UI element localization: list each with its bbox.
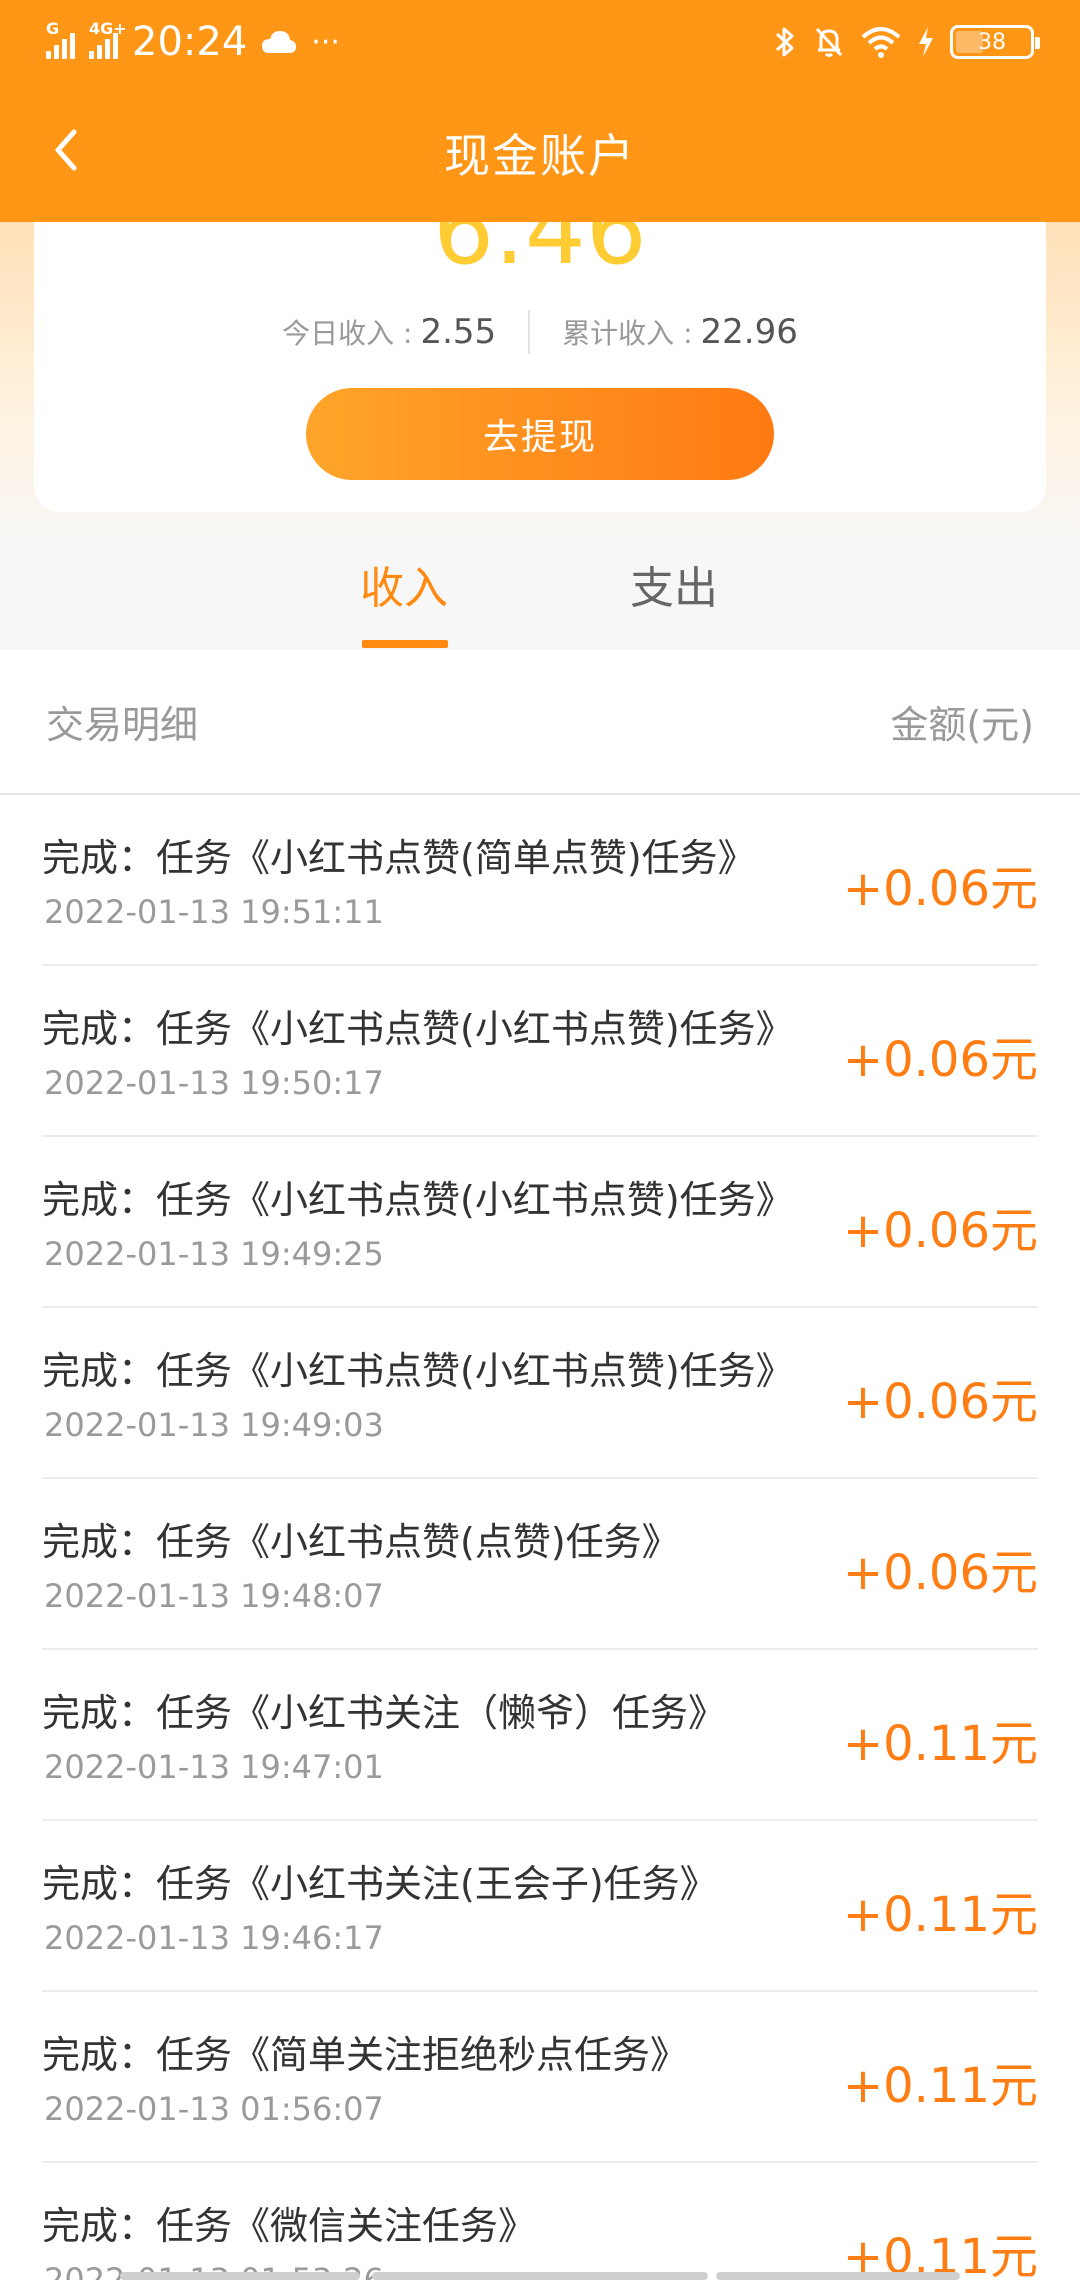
- bottom-scroll-indicator: [0, 2272, 1080, 2280]
- transaction-title: 完成：任务《小红书关注(王会子)任务》: [42, 1862, 718, 1906]
- bluetooth-icon: [775, 27, 794, 57]
- transaction-row[interactable]: 完成：任务《小红书点赞(简单点赞)任务》 2022-01-13 19:51:11…: [42, 795, 1038, 966]
- transaction-amount: +0.06元: [842, 1203, 1038, 1259]
- status-time: 20:24: [132, 19, 248, 65]
- transaction-title: 完成：任务《小红书点赞(点赞)任务》: [42, 1520, 680, 1564]
- transaction-amount: +0.06元: [842, 861, 1038, 917]
- status-left: G 4G+ 20:24 ···: [46, 19, 340, 65]
- transaction-row[interactable]: 完成：任务《小红书点赞(小红书点赞)任务》 2022-01-13 19:50:1…: [42, 966, 1038, 1137]
- transaction-row[interactable]: 完成：任务《小红书关注（懒爷）任务》 2022-01-13 19:47:01 +…: [42, 1650, 1038, 1821]
- transaction-time: 2022-01-13 19:48:07: [44, 1577, 384, 1615]
- transaction-amount: +0.06元: [842, 1374, 1038, 1430]
- transaction-title: 完成：任务《小红书点赞(小红书点赞)任务》: [42, 1178, 794, 1222]
- transaction-amount: +0.11元: [842, 2229, 1038, 2280]
- transaction-title: 完成：任务《简单关注拒绝秒点任务》: [42, 2033, 689, 2077]
- transaction-row[interactable]: 完成：任务《小红书点赞(小红书点赞)任务》 2022-01-13 19:49:2…: [42, 1137, 1038, 1308]
- cloud-icon: [262, 31, 297, 53]
- transaction-amount: +0.11元: [842, 1716, 1038, 1772]
- transaction-amount: +0.11元: [842, 1887, 1038, 1943]
- signal-2-label: 4G+: [89, 19, 127, 38]
- transaction-time: 2022-01-13 01:56:07: [44, 2090, 384, 2128]
- cash-account-screen: G 4G+ 20:24 ··· 38 现金账户 6.46 今日收入: 2.55…: [0, 0, 1080, 2280]
- title-bar: 现金账户: [0, 84, 1080, 222]
- tab-income[interactable]: 收入: [340, 552, 468, 650]
- stats-divider: [528, 310, 531, 354]
- transaction-row[interactable]: 完成：任务《小红书点赞(小红书点赞)任务》 2022-01-13 19:49:0…: [42, 1308, 1038, 1479]
- transaction-amount: +0.06元: [842, 1545, 1038, 1601]
- transaction-row[interactable]: 完成：任务《微信关注任务》 2022-01-13 01:53:26 +0.11元: [42, 2163, 1038, 2280]
- transaction-title: 完成：任务《小红书点赞(小红书点赞)任务》: [42, 1349, 794, 1393]
- battery-icon: 38: [950, 25, 1040, 59]
- transaction-time: 2022-01-13 19:49:03: [44, 1406, 384, 1444]
- transaction-title: 完成：任务《微信关注任务》: [42, 2204, 537, 2248]
- header: G 4G+ 20:24 ··· 38 现金账户: [0, 0, 1080, 222]
- battery-level: 38: [978, 29, 1006, 55]
- chevron-left-icon: [55, 129, 77, 171]
- transaction-title: 完成：任务《小红书关注（懒爷）任务》: [42, 1691, 727, 1735]
- transaction-list: 交易明细 金额(元) 完成：任务《小红书点赞(简单点赞)任务》 2022-01-…: [0, 650, 1080, 2280]
- signal-4g-icon: 4G+: [89, 19, 127, 59]
- today-income-label: 今日收入 :: [282, 317, 413, 350]
- today-income: 今日收入 : 2.55: [282, 312, 496, 352]
- tab-expense[interactable]: 支出: [610, 552, 738, 650]
- transaction-rows: 完成：任务《小红书点赞(简单点赞)任务》 2022-01-13 19:51:11…: [0, 795, 1080, 2280]
- income-stats: 今日收入 : 2.55 累计收入 : 22.96: [34, 310, 1046, 354]
- signal-1-label: G: [46, 19, 60, 38]
- total-income-value: 22.96: [700, 312, 798, 352]
- total-income-label: 累计收入 :: [562, 317, 693, 350]
- withdraw-button[interactable]: 去提现: [306, 388, 774, 480]
- list-header-detail: 交易明细: [46, 703, 199, 747]
- status-right: 38: [772, 24, 1040, 60]
- page-title: 现金账户: [444, 129, 636, 183]
- transaction-row[interactable]: 完成：任务《简单关注拒绝秒点任务》 2022-01-13 01:56:07 +0…: [42, 1992, 1038, 2163]
- transaction-row[interactable]: 完成：任务《小红书关注(王会子)任务》 2022-01-13 19:46:17 …: [42, 1821, 1038, 1992]
- transaction-time: 2022-01-13 19:49:25: [44, 1235, 384, 1273]
- wifi-icon: [861, 27, 901, 58]
- transaction-row[interactable]: 完成：任务《小红书点赞(点赞)任务》 2022-01-13 19:48:07 +…: [42, 1479, 1038, 1650]
- list-header: 交易明细 金额(元): [0, 650, 1080, 795]
- transaction-title: 完成：任务《小红书点赞(简单点赞)任务》: [42, 836, 756, 880]
- transaction-amount: +0.11元: [842, 2058, 1038, 2114]
- total-income: 累计收入 : 22.96: [562, 312, 798, 352]
- signal-icon: G: [46, 19, 75, 59]
- transaction-amount: +0.06元: [842, 1032, 1038, 1088]
- transaction-time: 2022-01-13 19:50:17: [44, 1064, 384, 1102]
- transaction-time: 2022-01-13 19:47:01: [44, 1748, 384, 1786]
- transaction-time: 2022-01-13 19:46:17: [44, 1919, 384, 1957]
- status-bar: G 4G+ 20:24 ··· 38: [0, 0, 1080, 84]
- today-income-value: 2.55: [420, 312, 497, 352]
- active-tab-indicator: [362, 640, 448, 648]
- transaction-time: 2022-01-13 19:51:11: [44, 893, 384, 931]
- back-button[interactable]: [36, 120, 96, 180]
- tab-bar: 收入 支出: [0, 552, 1080, 650]
- charging-icon: [919, 27, 933, 57]
- list-header-amount: 金额(元): [890, 703, 1034, 747]
- mute-bell-icon: [815, 27, 843, 57]
- more-notifications: ···: [311, 24, 340, 60]
- transaction-title: 完成：任务《小红书点赞(小红书点赞)任务》: [42, 1007, 794, 1051]
